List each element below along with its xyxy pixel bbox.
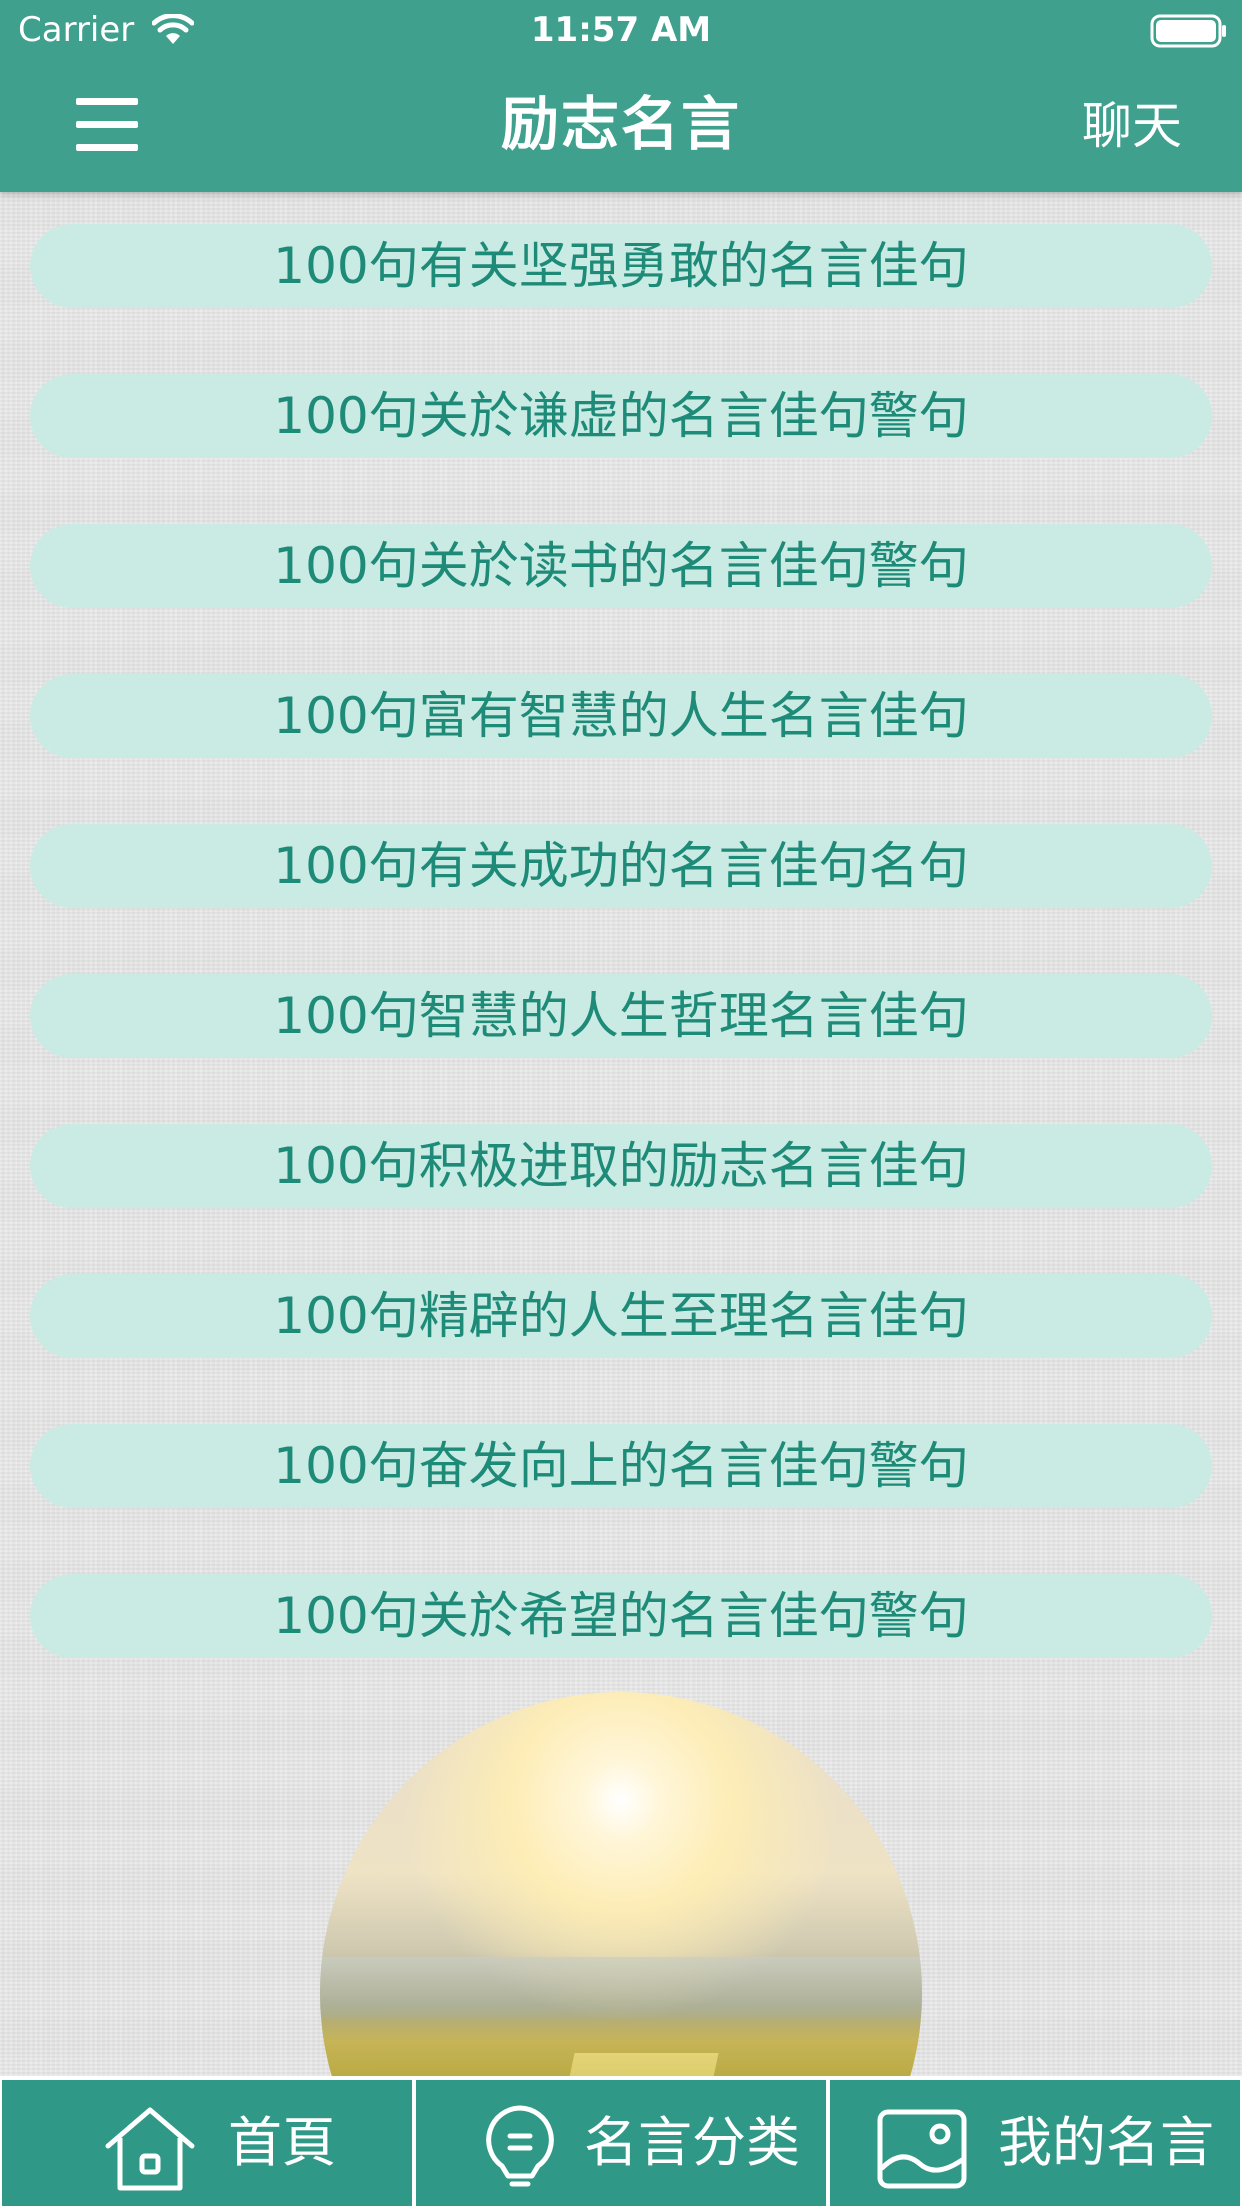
quote-item[interactable]: 100句智慧的人生哲理名言佳句: [30, 974, 1212, 1058]
page-title: 励志名言: [500, 90, 741, 158]
quote-item[interactable]: 100句精辟的人生至理名言佳句: [30, 1274, 1212, 1358]
sea-horizon: [320, 1956, 922, 2018]
quote-item[interactable]: 100句有关坚强勇敢的名言佳句: [30, 224, 1212, 308]
quote-item[interactable]: 100句积极进取的励志名言佳句: [30, 1124, 1212, 1208]
lightbulb-icon: [486, 2105, 554, 2187]
bottom-tab-bar: 首頁 名言分类 我的名言: [0, 2076, 1242, 2208]
tab-home-label: 首頁: [228, 2111, 336, 2174]
quote-item[interactable]: 100句关於谦虚的名言佳句警句: [30, 374, 1212, 458]
tab-my-quotes[interactable]: 我的名言: [830, 2080, 1240, 2206]
battery-icon: [1150, 14, 1226, 48]
quote-item[interactable]: 100句关於读书的名言佳句警句: [30, 524, 1212, 608]
tab-home[interactable]: 首頁: [2, 2080, 412, 2206]
status-time: 11:57 AM: [530, 10, 712, 50]
quote-item[interactable]: 100句关於希望的名言佳句警句: [30, 1574, 1212, 1658]
quote-item[interactable]: 100句奋发向上的名言佳句警句: [30, 1424, 1212, 1508]
chat-button[interactable]: 聊天: [1082, 94, 1182, 158]
home-icon: [105, 2107, 195, 2191]
tab-category-label: 名言分类: [584, 2111, 800, 2174]
tab-category[interactable]: 名言分类: [416, 2080, 826, 2206]
quote-item[interactable]: 100句有关成功的名言佳句名句: [30, 824, 1212, 908]
tab-my-quotes-label: 我的名言: [998, 2111, 1214, 2174]
nav-header: Carrier 11:57 AM 励志名言 聊天: [0, 0, 1242, 192]
quote-item[interactable]: 100句富有智慧的人生名言佳句: [30, 674, 1212, 758]
status-bar: Carrier 11:57 AM: [0, 0, 1242, 60]
picture-icon: [877, 2109, 967, 2189]
